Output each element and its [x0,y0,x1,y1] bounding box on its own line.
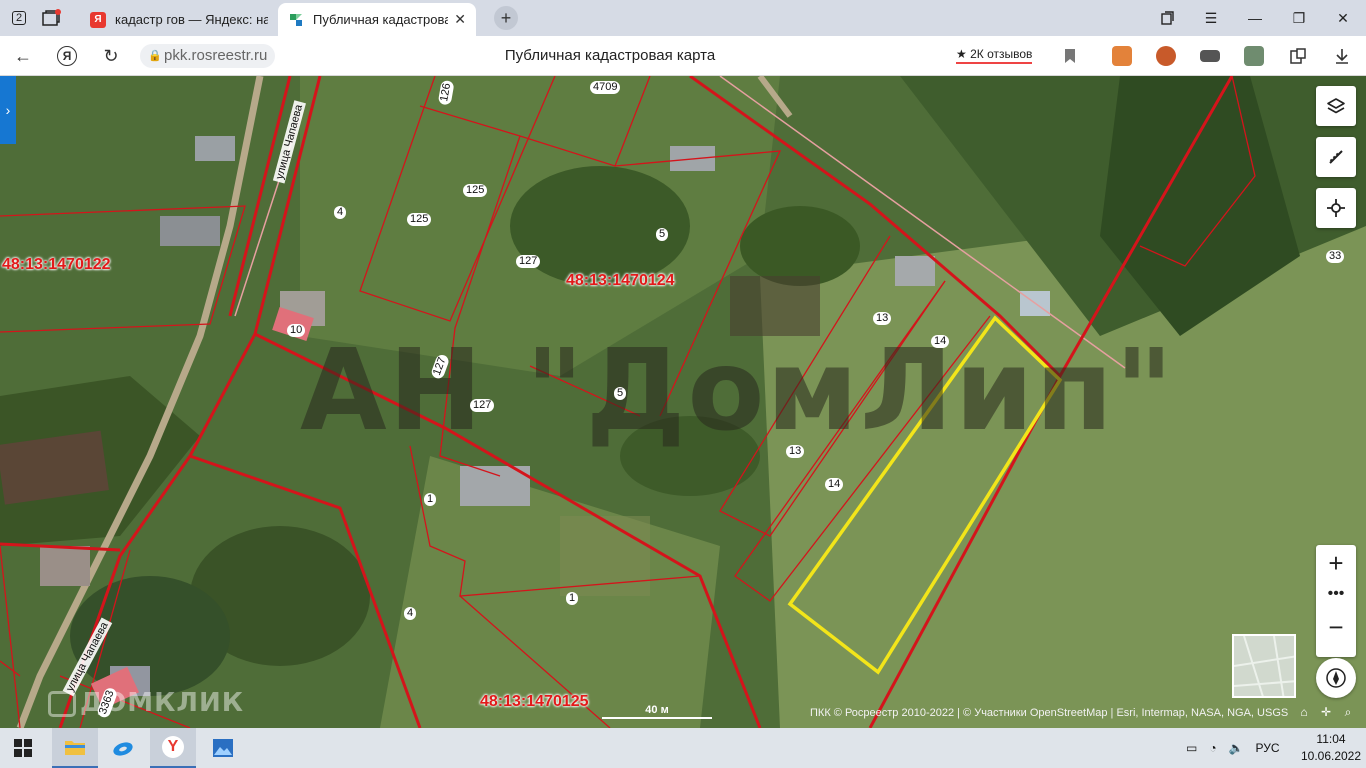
edge-taskbar-button[interactable] [100,728,146,768]
ruler-icon [1329,150,1343,164]
home-icon[interactable]: ⌂ [1296,704,1312,720]
url-text: pkk.rosreestr.ru [164,47,268,64]
restore-icon[interactable]: ❐ [1284,7,1314,29]
bookmark-icon[interactable] [1060,46,1080,66]
file-explorer-taskbar-button[interactable] [52,728,98,768]
zoom-out-button[interactable]: − [1316,609,1356,645]
plot-number[interactable]: 127 [516,255,541,268]
volume-icon[interactable]: 🔈 [1229,741,1244,755]
language-indicator[interactable]: РУС [1256,741,1280,755]
browser-tab-bar: 2 Я кадастр гов — Яндекс: нашл Публичная… [0,0,1366,36]
edge-icon [113,742,133,756]
extension-icon[interactable] [1200,50,1220,62]
extension-icon[interactable] [1112,46,1132,66]
zoom-in-button[interactable]: + [1316,545,1356,581]
tab-pkk[interactable]: Публичная кадастровая кар ✕ [278,3,476,36]
rosreestr-favicon-icon [288,12,304,28]
plot-number[interactable]: 1 [424,493,437,506]
locate-button[interactable] [1316,188,1356,228]
map-copyright: ПКК © Росреестр 2010-2022 | © Участники … [810,707,1289,719]
close-tab-icon[interactable]: ✕ [454,11,466,28]
cadastral-quarter-label[interactable]: 48:13:1470125 [480,693,589,711]
windows-taskbar: Y ▭ ◔ 🔈 РУС 11:04 10.06.2022 [0,728,1366,768]
plot-number[interactable]: 10 [287,324,306,337]
tab-counter: 2 [11,11,27,25]
collections-icon[interactable] [38,6,64,30]
reload-button[interactable]: ↻ [98,44,124,68]
plot-number[interactable]: 4 [404,607,417,620]
plot-number[interactable]: 14 [825,478,844,491]
tab-title: Публичная кадастровая кар [313,12,449,27]
download-icon[interactable] [1332,46,1352,66]
tab-title: кадастр гов — Яндекс: нашл [115,12,268,27]
tab-counter-button[interactable]: 2 [6,6,32,30]
agency-watermark: АН "ДомЛип" [300,326,1176,456]
layers-button[interactable] [1316,86,1356,126]
url-field[interactable]: 🔒 pkk.rosreestr.ru [140,44,276,68]
battery-icon[interactable]: ▭ [1186,741,1197,755]
address-bar: ← Я ↻ 🔒 pkk.rosreestr.ru Публичная кадас… [0,36,1366,76]
plot-number[interactable]: 125 [407,213,432,226]
extension-icon[interactable] [1156,46,1176,66]
domclick-watermark: ДОМКЛИК [48,688,244,718]
yandex-favicon-icon: Я [90,11,106,28]
side-panel-toggle-button[interactable]: › [0,76,16,144]
plot-number[interactable]: 125 [463,184,488,197]
network-icon[interactable]: ◔ [1209,741,1216,755]
plot-number[interactable]: 4 [334,206,347,219]
compass-icon [1326,668,1346,688]
crosshair-icon [1327,199,1345,217]
close-window-icon[interactable]: ✕ [1328,7,1358,29]
windows-logo-icon [14,739,32,757]
minimize-icon[interactable]: — [1240,7,1270,29]
scale-bar: 40 м [602,704,712,719]
extensions-icon[interactable] [1288,46,1308,66]
reviews-button[interactable]: ★ 2К отзывов [956,47,1033,64]
new-tab-button[interactable]: + [494,6,518,30]
cadastral-quarter-label[interactable]: 48:13:1470122 [2,256,111,274]
menu-icon[interactable]: ☰ [1196,7,1226,29]
search-icon[interactable]: ⌕ [1340,704,1356,720]
clock-date: 10.06.2022 [1300,749,1362,763]
minimap[interactable] [1232,634,1296,698]
yandex-browser-taskbar-button[interactable]: Y [150,728,196,768]
locate-small-icon[interactable]: ✛ [1318,704,1334,720]
yandex-browser-icon: Y [162,736,184,758]
layers-icon [1327,98,1345,114]
back-button[interactable]: ← [10,44,36,68]
photos-icon [213,739,233,757]
more-options-icon[interactable]: ••• [1316,581,1356,607]
plot-number[interactable]: 13 [873,312,892,325]
plot-number[interactable]: 1 [566,592,579,605]
lock-icon: 🔒 [148,50,162,62]
plot-number[interactable]: 13 [786,445,805,458]
plot-number[interactable]: 4709 [590,81,621,94]
measure-button[interactable] [1316,137,1356,177]
clock-time: 11:04 [1316,732,1346,746]
clock[interactable]: 11:04 10.06.2022 [1298,731,1364,765]
folder-icon [65,741,85,755]
start-button[interactable] [0,728,46,768]
cadastral-map[interactable]: АН "ДомЛип" ДОМКЛИК 48:13:1470122 48:13:… [0,76,1366,728]
system-tray: ▭ ◔ 🔈 РУС [1186,728,1280,768]
photos-taskbar-button[interactable] [200,728,246,768]
plot-number[interactable]: 33 [1326,250,1345,263]
yandex-logo-icon: Я [57,46,77,66]
plot-number[interactable]: 14 [931,335,950,348]
compass-button[interactable] [1316,658,1356,698]
tab-yandex-search[interactable]: Я кадастр гов — Яндекс: нашл [80,3,278,36]
plot-number[interactable]: 5 [614,387,627,400]
page-title: Публичная кадастровая карта [504,47,716,64]
cadastral-quarter-label[interactable]: 48:13:1470124 [566,272,675,290]
plot-number[interactable]: 5 [656,228,669,241]
plot-number[interactable]: 127 [470,399,495,412]
zoom-controls: + ••• − [1316,545,1356,657]
yandex-home-button[interactable]: Я [54,44,80,68]
extension-icon[interactable] [1244,46,1264,66]
bookmarks-panel-icon[interactable] [1152,7,1182,29]
